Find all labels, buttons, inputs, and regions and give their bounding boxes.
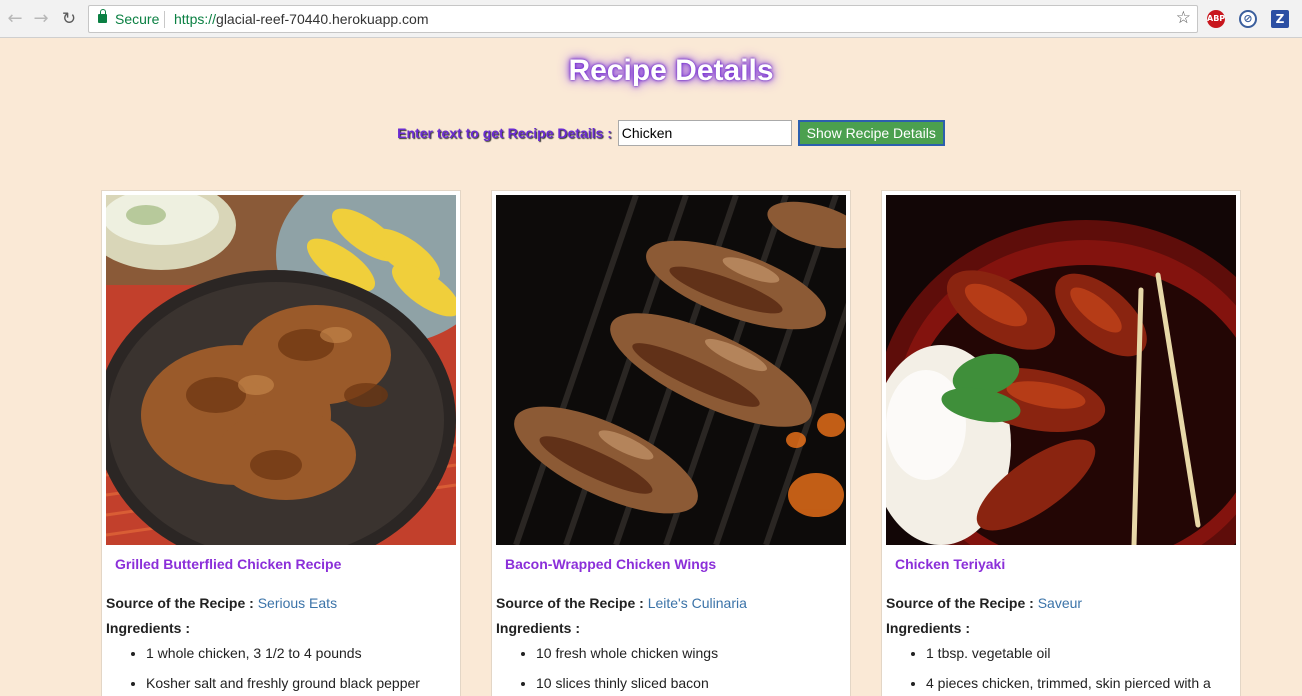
back-icon[interactable]: ← [4, 8, 26, 30]
ingredient-item: 10 slices thinly sliced bacon [536, 675, 846, 691]
recipe-source: Source of the Recipe : Serious Eats [106, 595, 337, 611]
lock-icon [98, 9, 107, 23]
url-scheme: https:// [174, 11, 217, 27]
address-separator [164, 11, 165, 28]
source-label: Source of the Recipe : [106, 595, 254, 611]
source-link[interactable]: Leite's Culinaria [648, 595, 747, 611]
recipe-image [496, 195, 846, 545]
source-label: Source of the Recipe : [496, 595, 644, 611]
ingredient-item: 4 pieces chicken, trimmed, skin pierced … [926, 675, 1236, 691]
recipe-image [886, 195, 1236, 545]
ingredient-item: 10 fresh whole chicken wings [536, 645, 846, 661]
search-form: Enter text to get Recipe Details : Show … [0, 120, 1302, 146]
source-label: Source of the Recipe : [886, 595, 1034, 611]
bookmark-star-icon[interactable]: ☆ [1176, 8, 1191, 28]
zotero-extension-icon[interactable]: Z [1271, 10, 1289, 28]
recipe-source: Source of the Recipe : Leite's Culinaria [496, 595, 747, 611]
search-label: Enter text to get Recipe Details : [397, 125, 612, 141]
recipe-card: Bacon-Wrapped Chicken Wings Source of th… [491, 190, 851, 696]
ingredient-item: 1 tbsp. vegetable oil [926, 645, 1236, 661]
recipe-image [106, 195, 456, 545]
adblock-extension-icon[interactable]: ABP [1207, 10, 1225, 28]
recipe-card: Grilled Butterflied Chicken Recipe Sourc… [101, 190, 461, 696]
ingredient-item: 1 whole chicken, 3 1/2 to 4 pounds [146, 645, 456, 661]
ingredients-heading: Ingredients : [496, 620, 581, 636]
forward-icon[interactable]: → [30, 8, 52, 30]
block-extension-icon[interactable]: ⊘ [1239, 10, 1257, 28]
recipe-card: Chicken Teriyaki Source of the Recipe : … [881, 190, 1241, 696]
url-text[interactable]: https://glacial-reef-70440.herokuapp.com [174, 11, 429, 27]
url-host: glacial-reef-70440.herokuapp.com [216, 11, 429, 27]
show-recipe-details-button[interactable]: Show Recipe Details [797, 120, 945, 146]
source-link[interactable]: Serious Eats [258, 595, 337, 611]
ingredient-item: Kosher salt and freshly ground black pep… [146, 675, 456, 691]
secure-label: Secure [115, 11, 160, 27]
recipe-title[interactable]: Grilled Butterflied Chicken Recipe [115, 556, 341, 572]
ingredients-list: 10 fresh whole chicken wings 10 slices t… [536, 645, 846, 696]
source-link[interactable]: Saveur [1038, 595, 1082, 611]
reload-icon[interactable]: ↻ [58, 8, 80, 30]
ingredients-heading: Ingredients : [886, 620, 971, 636]
page-title: Recipe Details [568, 54, 774, 87]
browser-toolbar: ← → ↻ Secure https://glacial-reef-70440.… [0, 0, 1302, 38]
recipe-title[interactable]: Chicken Teriyaki [895, 556, 1005, 572]
search-input[interactable] [617, 120, 792, 146]
recipe-title[interactable]: Bacon-Wrapped Chicken Wings [505, 556, 716, 572]
recipe-source: Source of the Recipe : Saveur [886, 595, 1082, 611]
ingredients-list: 1 whole chicken, 3 1/2 to 4 pounds Koshe… [146, 645, 456, 696]
address-bar[interactable]: Secure https://glacial-reef-70440.heroku… [88, 5, 1198, 33]
ingredients-heading: Ingredients : [106, 620, 191, 636]
ingredients-list: 1 tbsp. vegetable oil 4 pieces chicken, … [926, 645, 1236, 696]
